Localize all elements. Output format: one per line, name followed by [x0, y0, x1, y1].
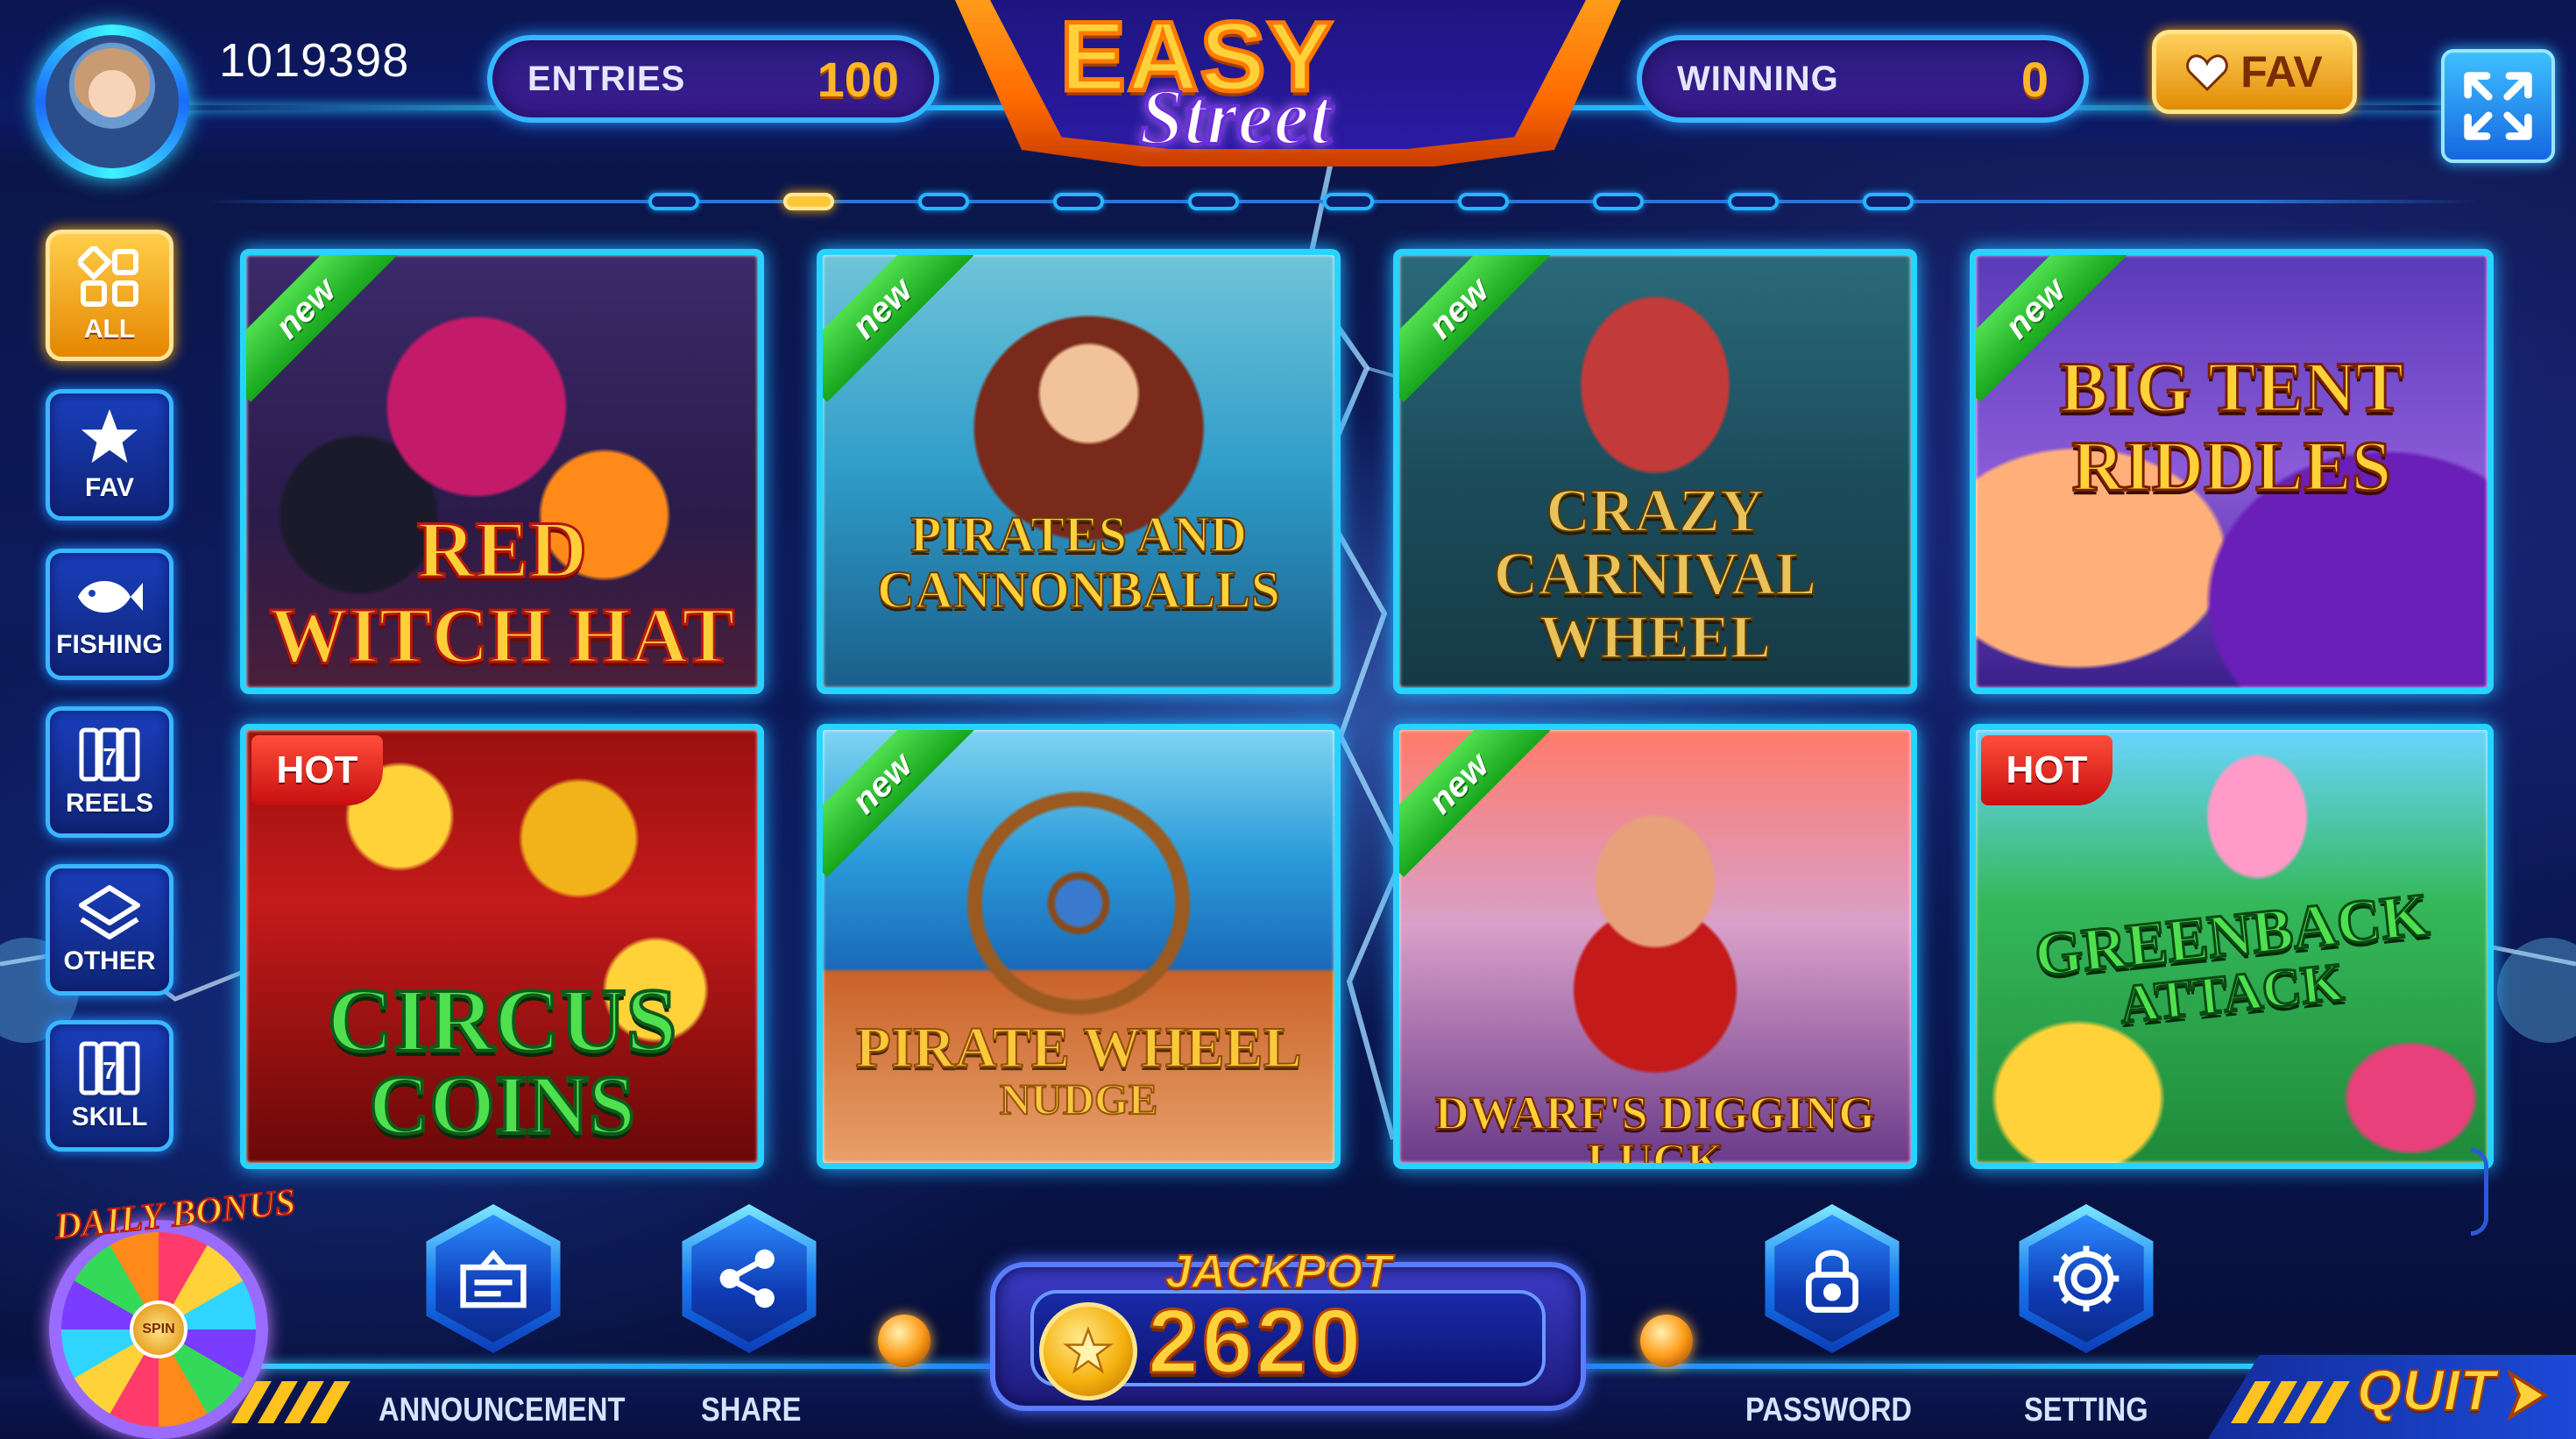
- game-title: CIRCUS: [326, 970, 679, 1071]
- page-dot[interactable]: [1458, 193, 1509, 210]
- avatar-image: [46, 35, 179, 168]
- winning-panel: WINNING 0: [1637, 35, 2089, 123]
- game-tile-big-tent-riddles[interactable]: new BIG TENT RIDDLES: [1970, 249, 2494, 694]
- game-title: COINS: [367, 1058, 637, 1152]
- game-tile-pirates-and-cannonballs[interactable]: new PIRATES AND CANNONBALLS: [817, 249, 1341, 694]
- fav-button-label: FAV: [2240, 47, 2323, 96]
- new-badge: new: [1399, 255, 1550, 406]
- lightning-decoration: [0, 157, 2576, 1140]
- game-title: RED: [415, 505, 588, 594]
- sidebar-item-label: ALL: [83, 315, 136, 344]
- page-dot[interactable]: [648, 193, 699, 210]
- announcement-icon: [460, 1250, 527, 1308]
- winning-value: 0: [2020, 51, 2049, 107]
- sidebar-item-fav[interactable]: FAV: [46, 389, 173, 521]
- sidebar-item-reels[interactable]: 7 REELS: [46, 706, 173, 838]
- page-dot[interactable]: [1863, 193, 1914, 210]
- new-badge: new: [1399, 730, 1550, 881]
- orb-decoration: [878, 1315, 931, 1367]
- game-title: WITCH HAT: [268, 592, 736, 679]
- share-icon: [719, 1249, 775, 1308]
- game-tile-pirate-wheel-nudge[interactable]: new PIRATE WHEEL NUDGE: [817, 724, 1341, 1169]
- page-dot[interactable]: [1593, 193, 1644, 210]
- slot-reel-icon: 7: [79, 727, 140, 782]
- sidebar-item-all[interactable]: ALL: [46, 230, 173, 361]
- game-tile-red-witch-hat[interactable]: new RED WITCH HAT: [240, 249, 764, 694]
- sidebar-item-label: OTHER: [63, 946, 156, 975]
- game-title: CRAZY: [1546, 478, 1766, 545]
- game-title: CARNIVAL: [1493, 541, 1817, 608]
- stripes-decoration: [2231, 1381, 2350, 1423]
- hot-badge: HOT: [251, 735, 383, 805]
- game-tile-circus-coins[interactable]: HOT CIRCUS COINS: [240, 724, 764, 1169]
- page-dot[interactable]: [1053, 193, 1104, 210]
- frame-decoration: [2471, 1148, 2488, 1236]
- sidebar-item-fishing[interactable]: FISHING: [46, 549, 173, 680]
- share-label: SHARE: [701, 1392, 802, 1428]
- password-button[interactable]: [1758, 1204, 1907, 1353]
- entries-value: 100: [817, 51, 899, 107]
- game-title: RIDDLES: [2070, 426, 2393, 506]
- sidebar-item-label: FISHING: [56, 630, 163, 659]
- gear-icon: [2053, 1245, 2120, 1312]
- entries-panel: ENTRIES 100: [487, 35, 939, 123]
- game-tile-crazy-carnival-wheel[interactable]: new CRAZY CARNIVAL WHEEL: [1393, 249, 1917, 694]
- sidebar-item-label: FAV: [84, 473, 135, 502]
- orb-decoration: [1640, 1315, 1693, 1367]
- star-icon: [81, 408, 138, 464]
- share-button[interactable]: [675, 1204, 824, 1353]
- hot-badge: HOT: [1981, 735, 2112, 805]
- slot-reel-icon: 7: [79, 1041, 140, 1095]
- expand-icon: [2464, 72, 2532, 140]
- page-dot[interactable]: [918, 193, 969, 210]
- avatar[interactable]: [35, 25, 189, 179]
- game-title: CANNONBALLS: [876, 561, 1281, 619]
- coin-icon: [1039, 1302, 1137, 1400]
- svg-text:7: 7: [103, 1057, 117, 1084]
- entries-label: ENTRIES: [527, 59, 686, 98]
- winning-label: WINNING: [1677, 59, 1839, 98]
- new-badge: new: [823, 255, 973, 406]
- game-title: PIRATES AND: [909, 506, 1248, 563]
- game-title: DWARF'S DIGGING LUCK: [1434, 1087, 1877, 1169]
- fullscreen-button[interactable]: [2441, 49, 2555, 163]
- new-badge: new: [246, 255, 397, 406]
- user-id: 1019398: [219, 34, 410, 87]
- page-dot[interactable]: [1728, 193, 1779, 210]
- page-indicator: [648, 193, 1914, 210]
- lock-icon: [1806, 1250, 1858, 1313]
- page-dot[interactable]: [1188, 193, 1239, 210]
- arrow-right-icon: [2507, 1369, 2549, 1421]
- announcement-label: ANNOUNCEMENT: [379, 1392, 626, 1428]
- game-title: BIG TENT: [2058, 347, 2405, 427]
- jackpot-value: 2620: [1146, 1290, 1365, 1394]
- setting-label: SETTING: [2024, 1392, 2148, 1428]
- heart-icon: [2186, 54, 2229, 91]
- game-tile-dwarfs-digging-luck[interactable]: new DWARF'S DIGGING LUCK: [1393, 724, 1917, 1169]
- game-title: PIRATE WHEEL: [854, 1016, 1302, 1080]
- svg-text:7: 7: [103, 743, 117, 770]
- game-tile-greenback-attack[interactable]: HOT GREENBACK ATTACK: [1970, 724, 2494, 1169]
- game-title: WHEEL: [1539, 604, 1773, 671]
- game-title: NUDGE: [999, 1074, 1159, 1124]
- setting-button[interactable]: [2012, 1204, 2161, 1353]
- sidebar-item-skill[interactable]: 7 SKILL: [46, 1020, 173, 1152]
- fav-button[interactable]: FAV: [2152, 30, 2357, 114]
- announcement-button[interactable]: [419, 1204, 568, 1353]
- stripes-decoration: [231, 1381, 350, 1423]
- new-badge: new: [823, 730, 973, 881]
- quit-label: QUIT: [2356, 1357, 2496, 1423]
- sidebar-item-label: REELS: [65, 789, 154, 818]
- password-label: PASSWORD: [1745, 1392, 1913, 1428]
- fish-icon: [78, 581, 143, 613]
- spin-hub: SPIN: [130, 1301, 188, 1358]
- page-dot-active[interactable]: [783, 193, 834, 210]
- sidebar-item-label: SKILL: [71, 1102, 148, 1131]
- sidebar-item-other[interactable]: OTHER: [46, 864, 173, 996]
- layers-icon: [79, 885, 140, 939]
- logo-street: Street: [1137, 70, 1334, 163]
- page-dot[interactable]: [1323, 193, 1374, 210]
- grid-icon: [78, 246, 138, 307]
